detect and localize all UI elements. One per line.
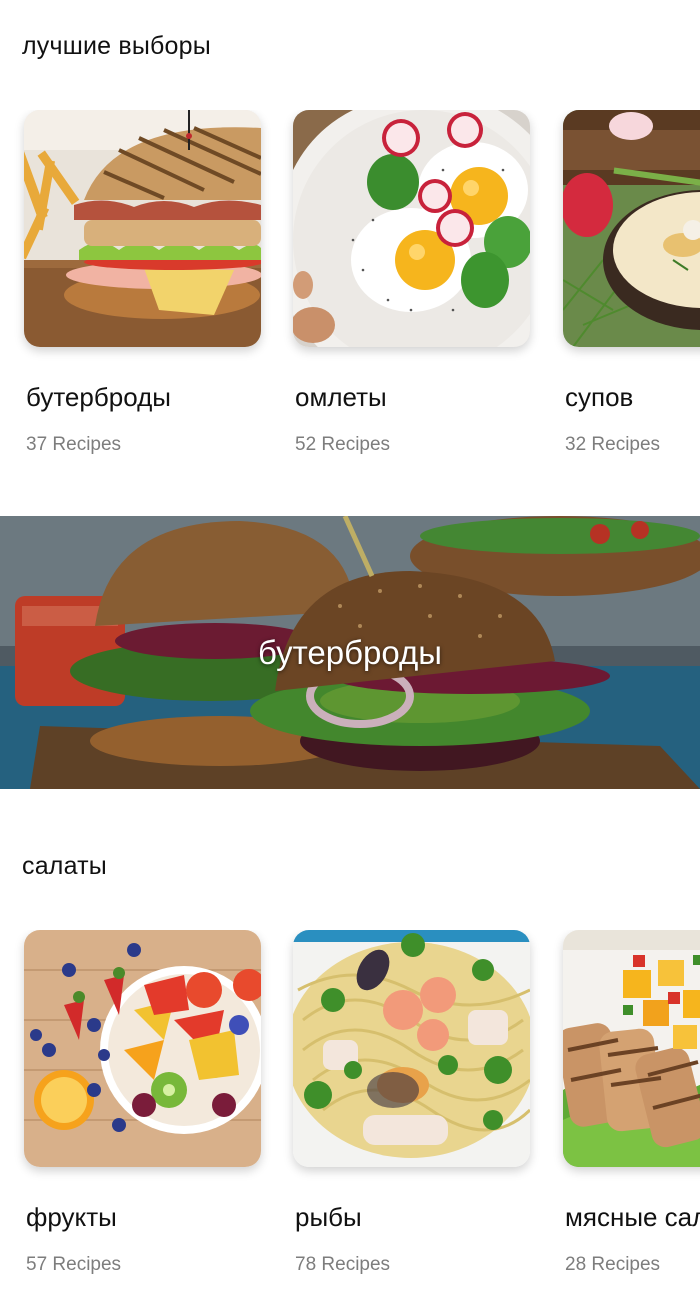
category-card-omelettes[interactable]: омлеты 52 Recipes (293, 110, 530, 455)
category-card-sandwiches[interactable]: бутерброды 37 Recipes (24, 110, 261, 455)
section-title-salads: салаты (22, 852, 107, 880)
recipe-count: 52 Recipes (295, 434, 391, 455)
category-card-fish[interactable]: рыбы 78 Recipes (293, 930, 530, 1275)
salads-carousel[interactable]: фрукты 57 Recipes рыбы 78 Recipes мясные… (0, 930, 700, 1300)
recipe-count: 32 Recipes (565, 434, 661, 455)
featured-banner-sandwiches[interactable]: бутерброды (0, 516, 700, 789)
category-card-fruits[interactable]: фрукты 57 Recipes (24, 930, 261, 1275)
card-title: омлеты (295, 382, 387, 412)
card-title: мясные салаты (565, 1202, 700, 1232)
banner-title: бутерброды (258, 634, 442, 671)
soup-bowl-image (563, 110, 700, 347)
card-title: супов (565, 382, 634, 412)
category-card-meat-salads[interactable]: мясные салаты 28 Recipes (563, 930, 700, 1275)
top-picks-carousel[interactable]: бутерброды 37 Recipes омлеты 52 Recipes … (0, 110, 700, 480)
club-sandwich-image (24, 110, 261, 347)
recipe-count: 57 Recipes (26, 1254, 122, 1275)
meat-salad-image (563, 930, 700, 1167)
fruit-salad-image (24, 930, 261, 1167)
fried-eggs-image (293, 110, 530, 347)
card-title: бутерброды (26, 382, 171, 412)
seafood-pasta-image (293, 930, 530, 1167)
section-title-top-picks: лучшие выборы (22, 32, 211, 60)
recipe-count: 37 Recipes (26, 434, 122, 455)
card-title: рыбы (295, 1202, 362, 1232)
card-title: фрукты (26, 1202, 117, 1232)
recipe-count: 28 Recipes (565, 1254, 661, 1275)
recipe-count: 78 Recipes (295, 1254, 391, 1275)
category-card-soups[interactable]: супов 32 Recipes (563, 110, 700, 455)
